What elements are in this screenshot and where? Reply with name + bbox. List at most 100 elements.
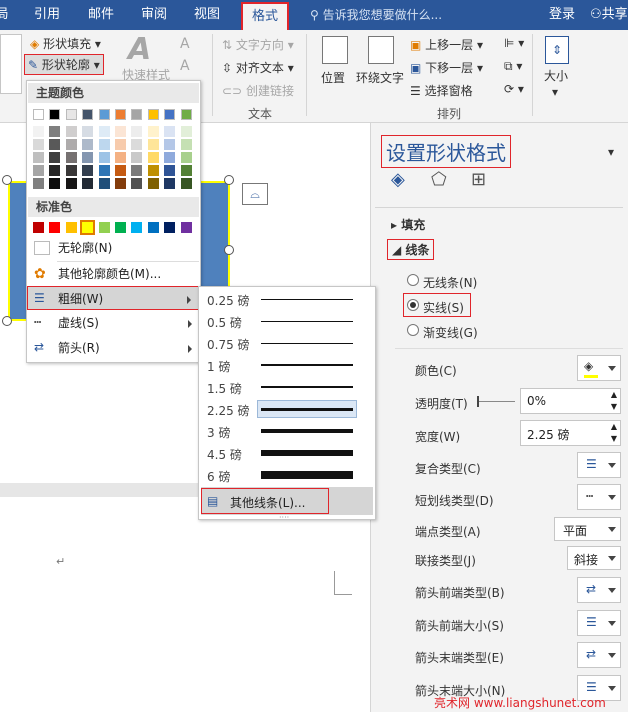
theme-shade-swatch[interactable] [180,165,192,176]
theme-shade-swatch[interactable] [98,178,110,189]
standard-color-swatch[interactable] [131,222,143,233]
theme-shade-swatch[interactable] [115,152,126,163]
weight-option[interactable]: 6 磅 [201,464,373,486]
weight-option[interactable]: 4.5 磅 [201,442,373,464]
resize-handle[interactable] [2,175,12,185]
text-direction-button[interactable]: ⇅ 文字方向 ▾ [222,36,294,53]
cap-type-dropdown[interactable]: 平面 [554,517,621,541]
theme-shade-swatch[interactable] [164,178,176,189]
theme-shade-swatch[interactable] [180,126,192,137]
shape-outline-button[interactable]: ✎ 形状轮廓 ▾ [24,54,104,75]
shape-gallery-scroll[interactable] [0,34,22,94]
transparency-input[interactable]: 0% ▲ ▼ [520,388,621,414]
theme-shade-swatch[interactable] [65,126,77,137]
theme-shade-swatch[interactable] [65,165,77,176]
standard-color-swatch[interactable] [80,220,96,235]
resize-grip-icon[interactable]: ···· [279,513,289,522]
dashes-item[interactable]: ┅ 虚线(S) [28,311,200,335]
theme-color-swatch[interactable] [131,109,143,120]
solid-line-radio[interactable] [407,299,419,311]
align-text-button[interactable]: ⇳ 对齐文本 ▾ [222,59,294,76]
effects-tab-icon[interactable]: ⬠ [431,169,447,190]
theme-shade-swatch[interactable] [49,152,61,163]
theme-shade-swatch[interactable] [147,152,159,163]
theme-shade-swatch[interactable] [180,139,192,150]
theme-shade-swatch[interactable] [49,178,61,189]
weight-option[interactable]: 0.75 磅 [201,332,373,354]
more-lines-item[interactable]: ▤ 其他线条(L)... [201,488,329,514]
standard-color-swatch[interactable] [115,222,126,233]
send-backward-button[interactable]: ▣ 下移一层 ▾ [410,59,483,76]
theme-color-swatch[interactable] [98,109,110,120]
theme-shade-swatch[interactable] [33,152,44,163]
dash-type-dropdown[interactable]: ┅ [577,484,621,510]
pane-options-chevron[interactable]: ▾ [608,145,614,159]
theme-shade-swatch[interactable] [98,165,110,176]
theme-color-swatch[interactable] [33,109,44,120]
theme-shade-swatch[interactable] [115,126,126,137]
resize-handle[interactable] [224,175,234,185]
outline-color-picker[interactable]: ◈ [577,355,621,381]
theme-color-swatch[interactable] [164,109,176,120]
theme-shade-swatch[interactable] [180,152,192,163]
theme-shade-swatch[interactable] [82,178,94,189]
standard-color-swatch[interactable] [49,222,61,233]
group-icon[interactable]: ⧉ ▾ [504,59,522,74]
tab-format[interactable]: 格式 [241,2,289,30]
theme-color-swatch[interactable] [147,109,159,120]
theme-color-swatch[interactable] [115,109,126,120]
theme-shade-swatch[interactable] [98,152,110,163]
weight-option[interactable]: 0.25 磅 [201,288,373,310]
line-section-header[interactable]: ◢ 线条 [387,239,435,260]
tab-review[interactable]: 审阅 [131,0,177,30]
selection-pane-button[interactable]: ☰ 选择窗格 [410,82,473,99]
width-input[interactable]: 2.25 磅 ▲ ▼ [520,420,621,446]
weight-option[interactable]: 0.5 磅 [201,310,373,332]
theme-color-swatch[interactable] [82,109,94,120]
share-button[interactable]: ⚇共享 [590,0,628,30]
weight-option[interactable]: 1 磅 [201,354,373,376]
arrows-item[interactable]: ⇄ 箭头(R) [28,336,200,360]
theme-shade-swatch[interactable] [49,126,61,137]
theme-shade-swatch[interactable] [65,139,77,150]
shape-fill-button[interactable]: ◈ 形状填充 ▾ [30,35,101,52]
standard-color-swatch[interactable] [180,222,192,233]
weight-option[interactable]: 2.25 磅 [201,398,373,420]
theme-shade-swatch[interactable] [33,139,44,150]
text-outline-icon[interactable]: A [180,58,190,74]
theme-shade-swatch[interactable] [82,165,94,176]
begin-arrow-size-dropdown[interactable]: ☰ [577,610,621,636]
position-button[interactable]: 位置 [321,69,345,86]
theme-shade-swatch[interactable] [65,152,77,163]
rotate-icon[interactable]: ⟳ ▾ [504,82,524,96]
theme-shade-swatch[interactable] [147,126,159,137]
standard-color-swatch[interactable] [164,222,176,233]
begin-arrow-type-dropdown[interactable]: ⇄ [577,577,621,603]
theme-shade-swatch[interactable] [180,178,192,189]
weight-item[interactable]: ☰ 粗细(W) [27,286,200,310]
theme-shade-swatch[interactable] [98,126,110,137]
theme-shade-swatch[interactable] [131,178,143,189]
tab-references[interactable]: 引用 [24,0,70,30]
standard-color-swatch[interactable] [147,222,159,233]
transparency-slider-track[interactable] [477,401,515,402]
more-outline-colors-item[interactable]: ✿ 其他轮廓颜色(M)... [28,262,200,286]
theme-color-swatch[interactable] [65,109,77,120]
theme-shade-swatch[interactable] [147,139,159,150]
gradient-line-radio[interactable] [407,324,419,336]
fill-line-tab-icon[interactable]: ◈ [391,169,405,190]
wrap-text-button[interactable]: 环绕文字 [356,69,404,86]
spin-buttons-icon[interactable]: ▲ ▼ [611,421,617,445]
spin-buttons-icon[interactable]: ▲ ▼ [611,389,617,413]
standard-color-swatch[interactable] [98,222,110,233]
theme-shade-swatch[interactable] [49,139,61,150]
theme-shade-swatch[interactable] [147,178,159,189]
theme-shade-swatch[interactable] [82,139,94,150]
theme-shade-swatch[interactable] [82,152,94,163]
resize-handle[interactable] [2,316,12,326]
theme-shade-swatch[interactable] [33,126,44,137]
theme-shade-swatch[interactable] [115,165,126,176]
no-outline-item[interactable]: 无轮廓(N) [28,236,200,260]
bring-forward-button[interactable]: ▣ 上移一层 ▾ [410,36,483,53]
compound-type-dropdown[interactable]: ☰ [577,452,621,478]
